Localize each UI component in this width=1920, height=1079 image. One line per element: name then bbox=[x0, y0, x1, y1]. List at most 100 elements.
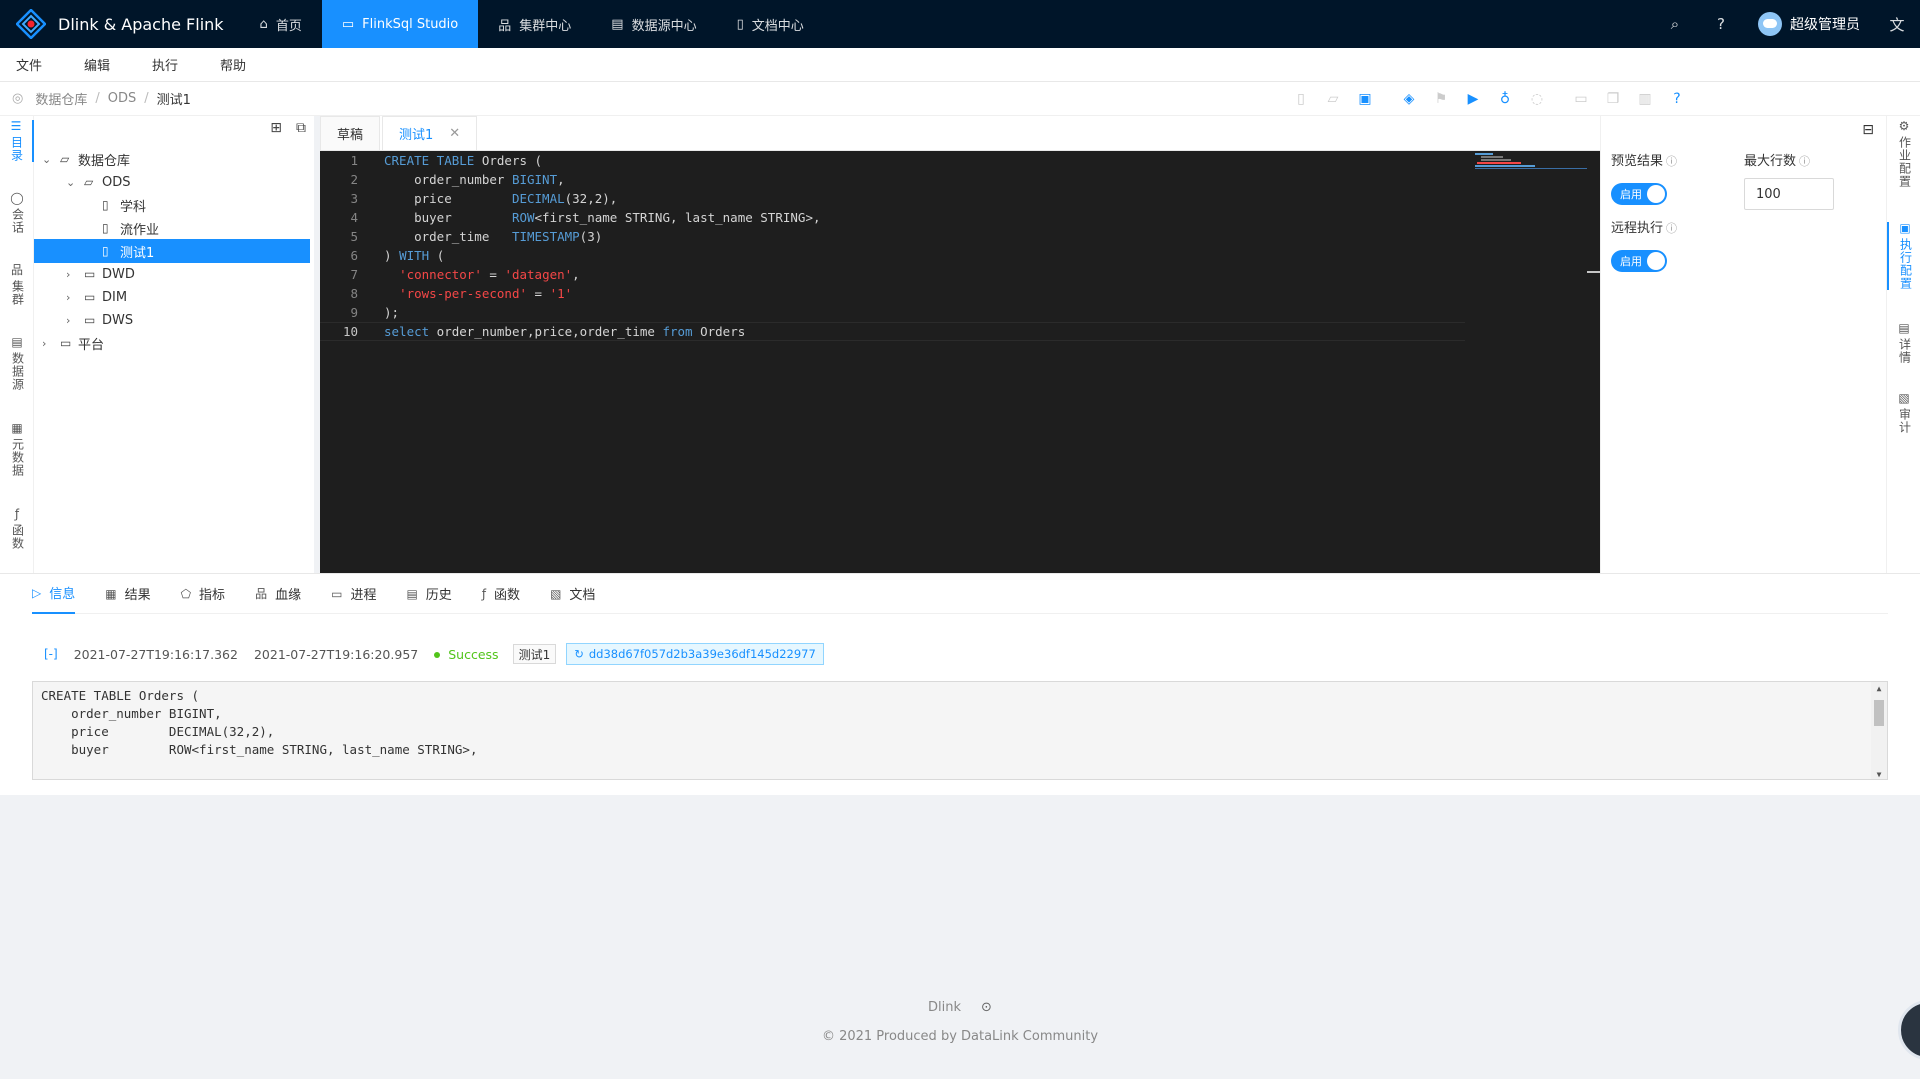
tree-node-file[interactable]: ▯ 流作业 bbox=[102, 216, 159, 240]
save-icon[interactable]: ▣ bbox=[1349, 91, 1381, 107]
info-icon: ⓘ bbox=[1666, 155, 1678, 168]
execution-info-row: [-] 2021-07-27T19:16:17.362 2021-07-27T1… bbox=[32, 643, 824, 665]
code-text: CREATE TABLE Orders ( bbox=[384, 153, 543, 168]
menu-execute[interactable]: 执行 bbox=[152, 55, 178, 74]
footer-link-dlink[interactable]: Dlink bbox=[928, 1000, 961, 1015]
tree-node-ods[interactable]: ⌄ ▱ ODS bbox=[66, 170, 131, 194]
tab-cluster[interactable]: 品集群 bbox=[0, 264, 34, 307]
run-icon[interactable]: ▶ bbox=[1457, 91, 1489, 107]
preview-toggle[interactable]: 启用 bbox=[1611, 183, 1667, 205]
setting-icon: ⚙ bbox=[1898, 119, 1910, 133]
database-icon: ▤ bbox=[11, 335, 23, 349]
max-rows-input[interactable]: 100 bbox=[1744, 178, 1834, 210]
close-icon[interactable]: ✕ bbox=[449, 126, 460, 141]
translate-icon[interactable]: 文 bbox=[1874, 14, 1920, 35]
open-folder-icon[interactable]: ▱ bbox=[1317, 91, 1349, 107]
tab-label: 会话 bbox=[10, 208, 25, 234]
tab-audit[interactable]: ▧ 审计 bbox=[1887, 391, 1920, 435]
console-tab-result[interactable]: ▦ 结果 bbox=[105, 574, 150, 614]
code-editor[interactable]: 1 CREATE TABLE Orders ( 2 order_number BI… bbox=[320, 151, 1600, 573]
tree-node-dim[interactable]: › ▭ DIM bbox=[66, 285, 127, 309]
tab-catalog[interactable]: ☰ 目录 bbox=[0, 120, 34, 162]
help-icon[interactable]: ? bbox=[1661, 91, 1693, 107]
radar-icon: ⬠ bbox=[180, 586, 192, 601]
code-line: 9); bbox=[320, 303, 1465, 322]
copyright-icon: © bbox=[821, 1029, 835, 1044]
menu-file[interactable]: 文件 bbox=[16, 55, 42, 74]
input-value: 100 bbox=[1756, 186, 1781, 202]
tab-details[interactable]: ▤ 详情 bbox=[1887, 321, 1920, 365]
new-file-icon[interactable]: ▯ bbox=[1285, 91, 1317, 107]
expand-code-icon[interactable]: [-] bbox=[44, 647, 58, 661]
console-tab-function[interactable]: ƒ 函数 bbox=[482, 574, 520, 614]
delete-icon[interactable]: ▥ bbox=[1629, 91, 1661, 107]
tab-label: 审计 bbox=[1897, 408, 1912, 434]
tab-datasource[interactable]: ▤ 数据源 bbox=[0, 335, 34, 392]
flag-icon[interactable]: ⚑ bbox=[1425, 91, 1457, 107]
tab-metadata[interactable]: ▦ 元数据 bbox=[0, 422, 34, 478]
collapse-all-icon[interactable]: ⧉ bbox=[296, 120, 306, 136]
nav-cluster-center[interactable]: 品集群中心 bbox=[478, 0, 591, 48]
menu-edit[interactable]: 编辑 bbox=[84, 55, 110, 74]
chevron-right-icon: › bbox=[66, 290, 71, 304]
console-tab-process[interactable]: ▭ 进程 bbox=[331, 574, 376, 614]
nav-datasource-center[interactable]: ▤ 数据源中心 bbox=[591, 0, 716, 48]
nav-home[interactable]: ⌂ 首页 bbox=[240, 0, 322, 48]
nav-document-center[interactable]: ▯ 文档中心 bbox=[717, 0, 824, 48]
audit-icon: ▧ bbox=[1898, 391, 1910, 405]
new-folder-icon[interactable]: ⊞ bbox=[270, 120, 282, 136]
tab-test1[interactable]: 测试1 ✕ bbox=[382, 116, 478, 150]
search-icon[interactable]: ⌕ bbox=[1652, 15, 1698, 33]
calendar-icon: ▤ bbox=[1898, 321, 1910, 335]
console-tab-history[interactable]: ▤ 历史 bbox=[406, 574, 451, 614]
tab-function[interactable]: ƒ 函数 bbox=[0, 508, 34, 551]
help-icon[interactable]: ? bbox=[1698, 15, 1744, 33]
brand[interactable]: Dlink & Apache Flink bbox=[0, 0, 240, 48]
tree-node-selected[interactable]: ▯ 测试1 bbox=[34, 239, 310, 263]
code-minimap[interactable] bbox=[1475, 151, 1587, 169]
scroll-thumb[interactable] bbox=[1874, 700, 1884, 726]
github-icon[interactable]: ⊙ bbox=[981, 1000, 992, 1015]
tree-node-dws[interactable]: › ▭ DWS bbox=[66, 308, 133, 332]
nav-flinksql-studio[interactable]: ▭ FlinkSql Studio bbox=[321, 0, 479, 48]
editor-scrollbar[interactable] bbox=[1587, 271, 1600, 273]
scroll-up-icon[interactable]: ▲ bbox=[1871, 684, 1887, 693]
tab-exec-config[interactable]: ▣ 执行配置 bbox=[1887, 222, 1920, 290]
tree-node-file[interactable]: ▯ 学科 bbox=[102, 193, 146, 217]
breadcrumb-item[interactable]: ODS bbox=[108, 91, 137, 106]
label-text: 远程执行 bbox=[1611, 221, 1664, 236]
console-tab-docs[interactable]: ▧ 文档 bbox=[550, 574, 595, 614]
console-tab-lineage[interactable]: 品血缘 bbox=[255, 574, 301, 614]
scroll-down-icon[interactable]: ▼ bbox=[1871, 770, 1887, 779]
menu-help[interactable]: 帮助 bbox=[220, 55, 246, 74]
check-icon[interactable]: ◈ bbox=[1393, 91, 1425, 107]
nav-label: FlinkSql Studio bbox=[362, 16, 459, 32]
clipboard-icon[interactable]: ▭ bbox=[1565, 91, 1597, 107]
pause-icon[interactable]: ◌ bbox=[1521, 91, 1553, 107]
job-id-tag[interactable]: ↻ dd38d67f057d2b3a39e36df145d22977 bbox=[566, 643, 824, 665]
tab-job-config[interactable]: ⚙ 作业配置 bbox=[1887, 119, 1920, 189]
folder-icon: ▭ bbox=[84, 290, 96, 304]
console-tab-info[interactable]: ▷ 信息 bbox=[32, 574, 76, 614]
copy-icon[interactable]: ❐ bbox=[1597, 91, 1629, 107]
line-number: 7 bbox=[350, 267, 358, 282]
breadcrumb-item[interactable]: 数据仓库 bbox=[35, 89, 87, 108]
tree-node-platform[interactable]: › ▭ 平台 bbox=[42, 331, 104, 355]
tree-node-warehouse[interactable]: ⌄ ▱ 数据仓库 bbox=[42, 147, 130, 171]
tab-session[interactable]: ◯ 会话 bbox=[0, 192, 34, 235]
user-menu[interactable]: 超级管理员 bbox=[1744, 12, 1874, 36]
footer-copyright: 2021 Produced by DataLink Community bbox=[839, 1029, 1099, 1044]
collapse-icon[interactable]: ⊟ bbox=[1862, 122, 1874, 138]
tab-label: 血缘 bbox=[275, 588, 302, 603]
remote-toggle[interactable]: 启用 bbox=[1611, 250, 1667, 272]
sql-scrollbar[interactable]: ▲ ▼ bbox=[1871, 682, 1887, 779]
tab-draft[interactable]: 草稿 bbox=[320, 116, 381, 150]
tab-label: 函数 bbox=[494, 588, 521, 603]
executed-sql-box[interactable]: CREATE TABLE Orders ( order_number BIGIN… bbox=[32, 681, 1888, 780]
chevron-down-icon: ⌄ bbox=[66, 175, 76, 189]
console-tab-metrics[interactable]: ⬠ 指标 bbox=[181, 574, 225, 614]
submit-icon[interactable]: ♁ bbox=[1489, 91, 1521, 107]
tree-node-dwd[interactable]: › ▭ DWD bbox=[66, 262, 135, 286]
breadcrumb-separator: / bbox=[144, 91, 149, 106]
code-line: 6) WITH ( bbox=[320, 246, 1465, 265]
